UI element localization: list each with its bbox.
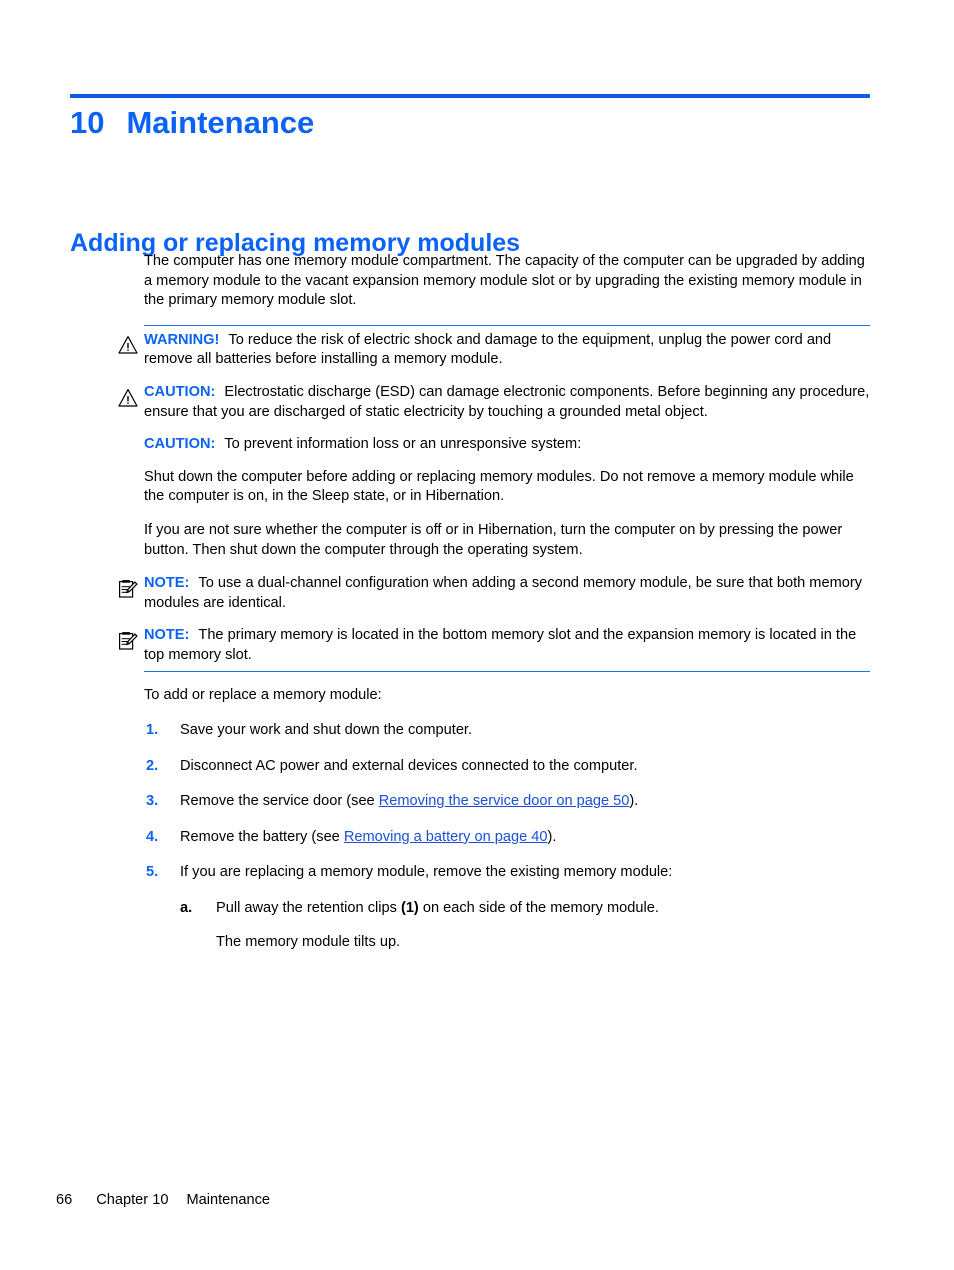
step-text-before: Remove the service door (see: [180, 793, 379, 810]
list-item-step-2: 2. Disconnect AC power and external devi…: [144, 757, 870, 777]
caution-body-paragraph-2: If you are not sure whether the computer…: [144, 521, 843, 558]
document-page: 10 Maintenance Adding or replacing memory…: [0, 0, 954, 1270]
step-text-after: ).: [629, 793, 639, 810]
warning-triangle-icon: [118, 335, 138, 355]
step-marker: 1.: [146, 722, 159, 739]
substep-marker: a.: [180, 900, 193, 917]
admonition-note-dual-channel-body: NOTE: To use a dual-channel configuration…: [144, 574, 870, 613]
step-text: Save your work and shut down the compute…: [180, 722, 473, 739]
footer-chapter-title: Maintenance: [186, 1192, 271, 1208]
chapter-number: 10: [70, 105, 105, 140]
intro-paragraph: The computer has one memory module compa…: [144, 253, 865, 309]
chapter-title: 10 Maintenance: [70, 105, 314, 141]
step-marker: 4.: [146, 828, 159, 845]
admonition-caution-esd-label: CAUTION:: [144, 383, 216, 400]
admonition-caution-dataloss: CAUTION: To prevent information loss or a…: [144, 435, 870, 455]
admonition-caution-esd-text: Electrostatic discharge (ESD) can damage…: [144, 383, 870, 420]
substep-callout-number: (1): [400, 900, 419, 917]
admonition-caution-dataloss-label: CAUTION:: [144, 436, 216, 453]
admonition-warning-body: WARNING! To reduce the risk of electric s…: [144, 331, 870, 370]
procedure-substeps-list: a. Pull away the retention clips (1) on e…: [180, 899, 870, 952]
caution-body-paragraph-1: Shut down the computer before adding or …: [144, 468, 854, 505]
footer-chapter-label: Chapter 10: [96, 1192, 169, 1208]
admonition-caution-dataloss-text: To prevent information loss or an unresp…: [224, 436, 582, 453]
list-item-substep-a: a. Pull away the retention clips (1) on e…: [180, 899, 870, 952]
warning-triangle-icon: [118, 388, 138, 408]
admonition-note-memory-slot-label: NOTE:: [144, 627, 190, 644]
step-text-before: Remove the battery (see: [180, 828, 344, 845]
step-text: Disconnect AC power and external devices…: [180, 757, 638, 774]
admonition-caution-dataloss-body: CAUTION: To prevent information loss or a…: [144, 435, 870, 455]
chapter-name: Maintenance: [126, 105, 315, 140]
substep-text-before: Pull away the retention clips: [216, 900, 401, 917]
admonition-warning: WARNING! To reduce the risk of electric s…: [118, 324, 870, 370]
page-footer: 66 Chapter 10 Maintenance: [56, 1192, 270, 1208]
list-item-step-1: 1. Save your work and shut down the comp…: [144, 721, 870, 741]
admonition-caution-esd: CAUTION: Electrostatic discharge (ESD) ca…: [118, 383, 870, 422]
step-marker: 5.: [146, 864, 159, 881]
admonition-note-memory-slot-text: The primary memory is located in the bot…: [144, 627, 857, 663]
step-text: If you are replacing a memory module, re…: [180, 864, 673, 881]
step-text-after: ).: [547, 828, 557, 845]
list-item-step-5: 5. If you are replacing a memory module,…: [144, 863, 870, 952]
admonition-note-memory-slot-body: NOTE: The primary memory is located in th…: [144, 626, 870, 665]
admonition-note-memory-slot: NOTE: The primary memory is located in th…: [119, 626, 870, 672]
admonition-note-dual-channel-label: NOTE:: [144, 575, 190, 592]
admonition-warning-label: WARNING!: [144, 331, 220, 348]
note-clipboard-icon: [118, 631, 138, 651]
admonition-note-dual-channel: NOTE: To use a dual-channel configuration…: [119, 574, 870, 613]
admonition-warning-text: To reduce the risk of electric shock and…: [144, 331, 832, 368]
footer-page-number: 66: [56, 1192, 73, 1208]
step-marker: 3.: [146, 793, 159, 810]
link-removing-service-door[interactable]: Removing the service door on page 50: [379, 793, 630, 809]
list-item-step-4: 4. Remove the battery (see Removing a bat…: [144, 828, 870, 848]
admonition-note-dual-channel-text: To use a dual-channel configuration when…: [144, 575, 863, 611]
page-content: The computer has one memory module compa…: [118, 252, 870, 968]
admonition-caution-esd-body: CAUTION: Electrostatic discharge (ESD) ca…: [144, 383, 870, 422]
list-item-step-3: 3. Remove the service door (see Removing …: [144, 792, 870, 812]
step-marker: 2.: [146, 757, 159, 774]
note-clipboard-icon: [118, 579, 138, 599]
chapter-rule-divider: [70, 94, 870, 98]
substep-text-after: on each side of the memory module.: [418, 900, 659, 917]
link-removing-battery[interactable]: Removing a battery on page 40: [344, 829, 548, 845]
substep-follow-up-text: The memory module tilts up.: [216, 933, 401, 950]
procedure-lead-in: To add or replace a memory module:: [144, 686, 382, 703]
procedure-steps-list: 1. Save your work and shut down the comp…: [144, 721, 870, 952]
